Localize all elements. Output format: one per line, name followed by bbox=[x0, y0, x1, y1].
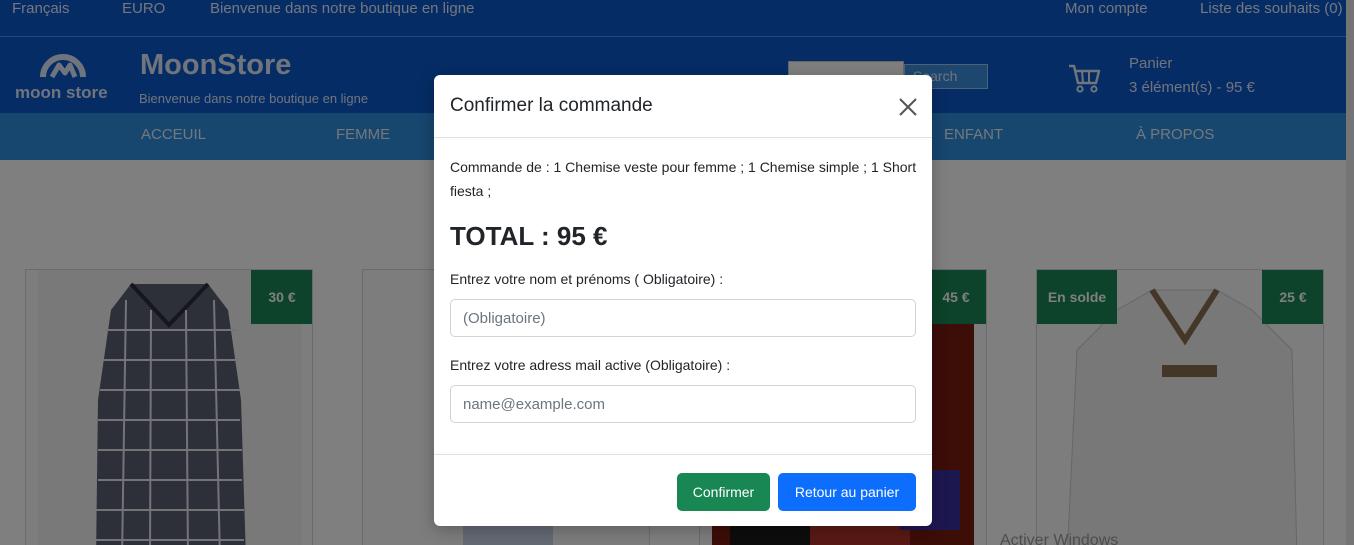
confirm-button[interactable]: Confirmer bbox=[677, 473, 770, 511]
close-icon[interactable] bbox=[897, 96, 919, 118]
name-label: Entrez votre nom et prénoms ( Obligatoir… bbox=[450, 271, 724, 287]
email-label: Entrez votre adress mail active (Obligat… bbox=[450, 357, 731, 373]
modal-title: Confirmer la commande bbox=[450, 95, 653, 116]
order-total: TOTAL : 95 € bbox=[450, 221, 608, 251]
modal-header: Confirmer la commande bbox=[434, 75, 932, 138]
confirm-order-modal: Confirmer la commande Commande de : 1 Ch… bbox=[434, 75, 932, 526]
order-summary: Commande de : 1 Chemise veste pour femme… bbox=[450, 159, 917, 199]
email-input[interactable] bbox=[450, 385, 916, 423]
modal-footer: Confirmer Retour au panier bbox=[434, 454, 932, 526]
name-input[interactable] bbox=[450, 299, 916, 337]
back-to-cart-button[interactable]: Retour au panier bbox=[778, 473, 916, 511]
